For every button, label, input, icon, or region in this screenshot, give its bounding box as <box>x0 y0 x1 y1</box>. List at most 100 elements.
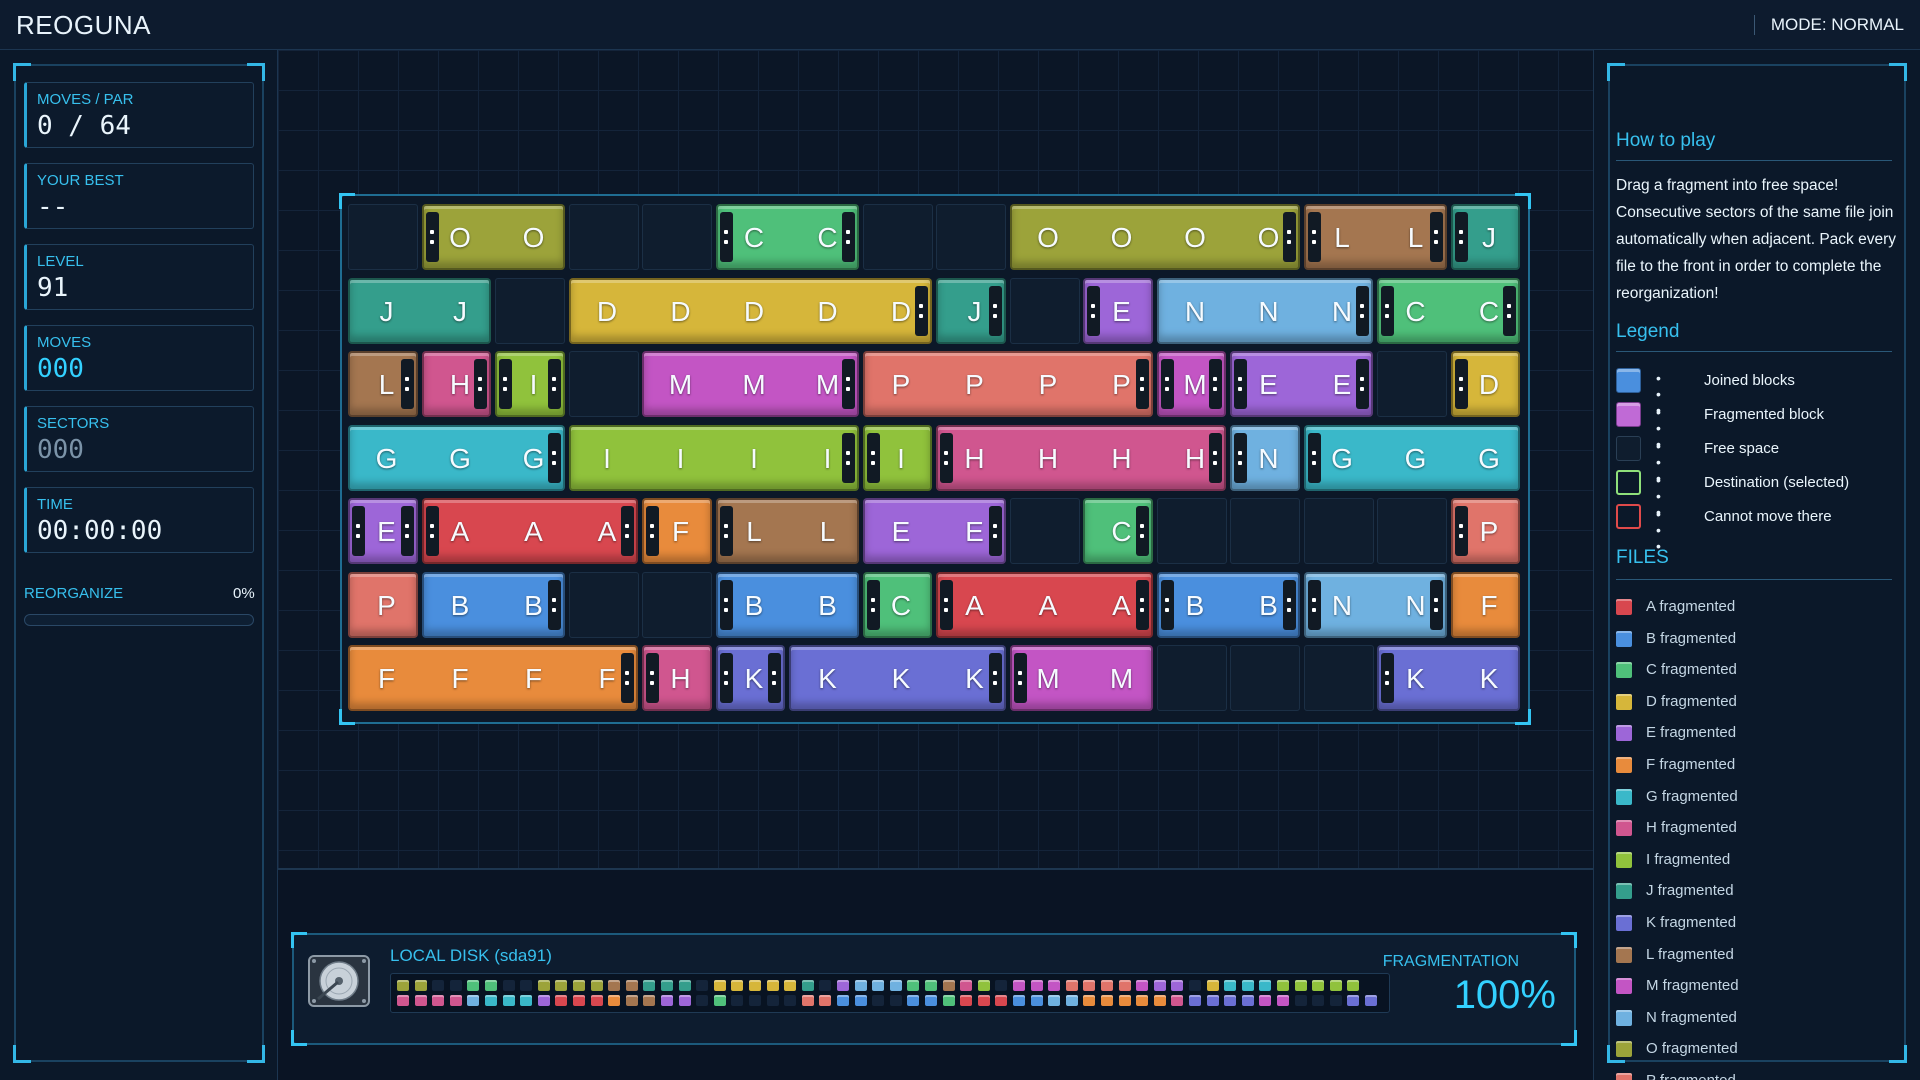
fragment-right-cap <box>1356 359 1369 409</box>
file-fragment-j[interactable]: J <box>936 277 1006 344</box>
file-fragment-i[interactable]: I <box>495 351 565 417</box>
disk-board[interactable]: OOCCOOOOLLJJJDDDDDJENNNCCLHIMMMPPPPMEEDG… <box>339 193 1531 725</box>
sector-letter: G <box>1478 442 1500 474</box>
file-fragment-d[interactable]: DDDDD <box>568 277 932 344</box>
free-sector[interactable] <box>1156 645 1227 711</box>
divider <box>278 868 1593 870</box>
divider <box>1616 351 1892 352</box>
file-fragment-n[interactable]: NNN <box>1156 277 1373 344</box>
file-fragment-b[interactable]: BB <box>1156 571 1300 638</box>
free-sector[interactable] <box>936 204 1006 270</box>
file-fragment-a[interactable]: AAA <box>936 571 1153 638</box>
stat-card: SECTORS 000 <box>24 406 254 472</box>
file-fragment-e[interactable]: E <box>1083 277 1153 344</box>
file-fragment-h[interactable]: H <box>642 645 712 711</box>
file-fragment-i[interactable]: IIII <box>568 424 859 491</box>
disk-sector-l <box>942 980 955 991</box>
free-sector[interactable] <box>862 204 933 270</box>
sector-letter: H <box>1111 442 1132 474</box>
free-sector[interactable] <box>1303 498 1374 564</box>
fragment-right-cap <box>1282 212 1296 262</box>
file-fragment-d[interactable]: D <box>1450 351 1520 417</box>
free-sector[interactable] <box>1009 277 1080 344</box>
fragment-left-cap <box>1454 359 1468 409</box>
free-sector[interactable] <box>1156 498 1227 564</box>
free-sector[interactable] <box>348 204 418 270</box>
fragment-right-cap <box>1209 359 1222 409</box>
file-fragment-l[interactable]: LL <box>715 498 859 564</box>
file-fragment-e[interactable]: EE <box>1230 351 1373 417</box>
file-fragment-k[interactable]: KKK <box>789 645 1006 711</box>
sector-letter: M <box>742 369 766 400</box>
mode-indicator[interactable]: MODE: NORMAL <box>1753 15 1904 35</box>
disk-sector-o <box>590 980 603 991</box>
disk-sector-o <box>397 980 409 991</box>
free-sector[interactable] <box>1377 498 1447 564</box>
sector-letter: K <box>1479 663 1499 694</box>
sector-letter: O <box>1184 222 1206 253</box>
file-fragment-e[interactable]: E <box>348 498 418 564</box>
file-fragment-i[interactable]: I <box>862 424 932 491</box>
free-sector[interactable] <box>495 277 565 344</box>
file-fragment-o[interactable]: OOOO <box>1009 204 1300 270</box>
file-fragment-m[interactable]: MM <box>1009 645 1153 711</box>
file-color-swatch <box>1616 662 1632 679</box>
file-fragment-a[interactable]: AAA <box>421 498 638 564</box>
sector-letter: I <box>676 442 685 474</box>
sector-letter: P <box>1038 369 1058 400</box>
file-fragment-b[interactable]: BB <box>421 571 565 638</box>
free-sector[interactable] <box>568 571 639 638</box>
file-fragment-l[interactable]: LL <box>1303 204 1447 270</box>
reorganize-label: REORGANIZE <box>24 585 124 602</box>
file-fragment-f[interactable]: F <box>1450 571 1520 638</box>
file-fragment-j[interactable]: J <box>1450 204 1520 270</box>
file-fragment-b[interactable]: BB <box>715 571 859 638</box>
disk-sector-d <box>1206 980 1219 991</box>
file-fragment-c[interactable]: C <box>1083 498 1153 564</box>
disk-sector-a <box>555 995 568 1006</box>
disk-sector-c <box>713 995 726 1006</box>
file-fragment-h[interactable]: H <box>421 351 491 417</box>
file-fragment-c[interactable]: CC <box>1377 277 1520 344</box>
disk-sector-k <box>1241 995 1254 1006</box>
file-fragment-k[interactable]: K <box>715 645 785 711</box>
file-fragment-l[interactable]: L <box>348 351 418 417</box>
file-fragment-n[interactable]: N <box>1230 424 1300 491</box>
file-fragment-p[interactable]: PPPP <box>862 351 1153 417</box>
free-sector[interactable] <box>1230 498 1300 564</box>
file-fragment-p[interactable]: P <box>348 571 418 638</box>
free-sector[interactable] <box>1009 498 1080 564</box>
free-sector[interactable] <box>568 351 639 417</box>
free-sector[interactable] <box>642 204 712 270</box>
file-fragment-c[interactable]: C <box>862 571 932 638</box>
file-fragment-j[interactable]: JJ <box>348 277 491 344</box>
disk-sector-a <box>590 995 603 1006</box>
info-panel: How to play Drag a fragment into free sp… <box>1593 50 1920 1080</box>
free-sector[interactable] <box>642 571 712 638</box>
sector-letter: M <box>668 369 693 400</box>
file-fragment-m[interactable]: M <box>1156 351 1226 417</box>
fragment-left-cap <box>719 506 733 556</box>
file-fragment-m[interactable]: MMM <box>642 351 859 417</box>
sector-letter: A <box>524 516 543 547</box>
file-fragment-e[interactable]: EE <box>862 498 1006 564</box>
file-fragment-g[interactable]: GGG <box>348 424 565 491</box>
disk-sector-l <box>608 980 621 991</box>
free-sector[interactable] <box>568 204 639 270</box>
file-fragment-f[interactable]: FFFF <box>348 645 638 711</box>
file-fragment-g[interactable]: GGG <box>1303 424 1520 491</box>
sector-letter: P <box>377 589 396 621</box>
free-sector[interactable] <box>1377 351 1447 417</box>
file-fragment-p[interactable]: P <box>1450 498 1520 564</box>
file-fragment-n[interactable]: NN <box>1303 571 1447 638</box>
file-fragment-o[interactable]: OO <box>421 204 565 270</box>
free-sector[interactable] <box>1303 645 1374 711</box>
file-fragment-h[interactable]: HHHH <box>936 424 1226 491</box>
disk-sector-e <box>1153 980 1166 991</box>
file-fragment-f[interactable]: F <box>642 498 712 564</box>
file-fragment-k[interactable]: KK <box>1377 645 1520 711</box>
disk-sector-a <box>977 995 990 1006</box>
fragment-right-cap <box>621 506 634 556</box>
file-fragment-c[interactable]: CC <box>715 204 859 270</box>
free-sector[interactable] <box>1230 645 1300 711</box>
